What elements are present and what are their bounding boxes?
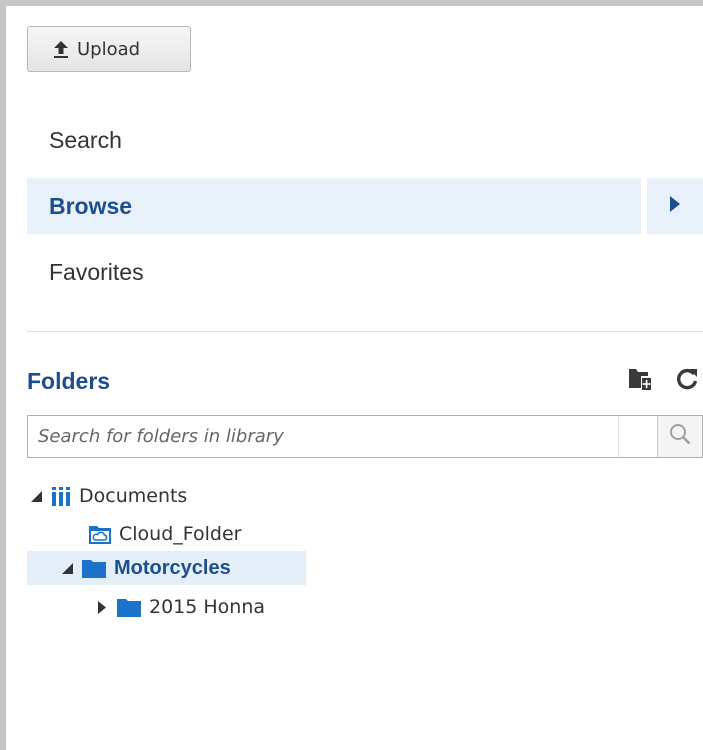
cloud-folder-icon [89,524,111,544]
tree-item-cloud-folder: Cloud_Folder [89,517,242,551]
search-separator [618,416,657,457]
magnifier-icon [669,423,691,450]
new-folder-icon[interactable] [628,366,652,397]
chevron-right-icon [670,195,680,217]
nav-item-label: Browse [49,192,133,219]
top-border [0,0,703,6]
nav-item-favorites[interactable]: Favorites [27,244,641,300]
tree-item-2015-honna: 2015 Honna [95,590,265,624]
folder-search-button[interactable] [657,416,702,457]
refresh-icon[interactable] [676,366,698,397]
tree-item-documents: Documents [29,479,187,513]
folder-search-input[interactable] [28,416,618,457]
nav-item-browse[interactable]: Browse [27,178,641,234]
nav-item-label: Search [49,126,122,153]
nav-item-search[interactable]: Search [27,112,641,168]
upload-button[interactable]: Upload [27,26,191,72]
tree-item-label[interactable]: 2015 Honna [149,596,265,618]
tree-item-label[interactable]: Documents [79,485,187,507]
folder-icon [117,597,141,617]
folder-search-box [27,415,703,458]
upload-label: Upload [77,38,141,60]
nav-item-label: Favorites [49,258,144,285]
folder-icon [82,558,106,578]
library-icon [51,486,71,506]
upload-icon [54,40,68,58]
collapsed-triangle-icon[interactable] [95,600,109,614]
tree-item-label[interactable]: Cloud_Folder [119,523,242,545]
folders-title: Folders [27,368,111,394]
browse-expand-button[interactable] [647,178,703,234]
tree-item-motorcycles: Motorcycles [27,551,306,585]
expanded-triangle-icon[interactable] [60,562,74,574]
tree-item-label[interactable]: Motorcycles [114,557,231,580]
divider [27,331,703,332]
expanded-triangle-icon[interactable] [29,490,43,502]
left-border [0,0,6,750]
